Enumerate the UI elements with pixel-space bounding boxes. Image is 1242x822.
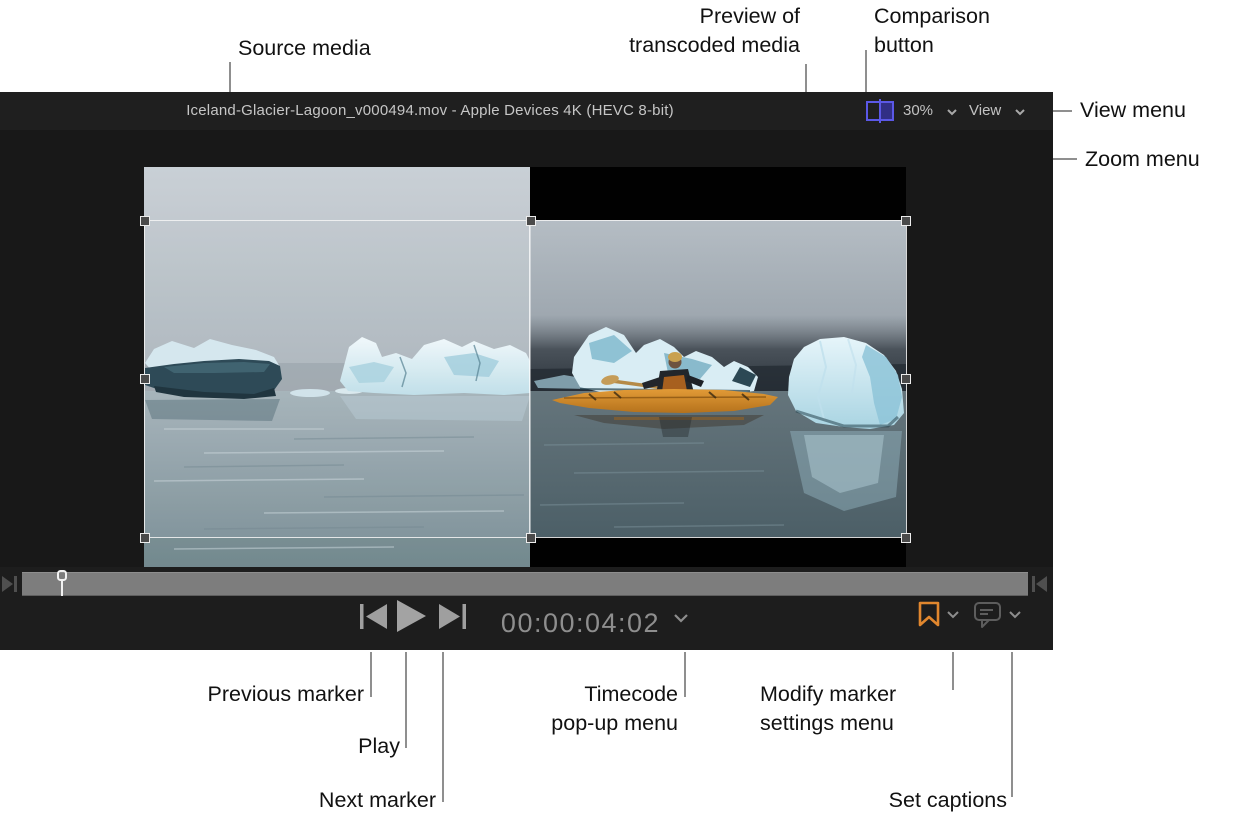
timecode-popup-menu[interactable]: 00:00:04:02 xyxy=(498,608,663,639)
callout-line-play xyxy=(405,652,407,748)
crop-handle-middle-left[interactable] xyxy=(140,374,150,384)
comparison-button[interactable] xyxy=(865,98,895,129)
callout-modify-marker: Modify marker settings menu xyxy=(760,680,896,738)
chevron-down-icon[interactable] xyxy=(1008,610,1022,620)
transport-bar: 00:00:04:02 xyxy=(0,600,1053,650)
marker-bookmark-icon[interactable] xyxy=(917,601,942,628)
view-label: View xyxy=(969,102,1001,119)
callout-view-menu: View menu xyxy=(1080,96,1186,125)
media-title: Iceland-Glacier-Lagoon_v000494.mov - App… xyxy=(0,92,860,130)
compressor-preview-window: Iceland-Glacier-Lagoon_v000494.mov - App… xyxy=(0,92,1053,650)
next-marker-button[interactable] xyxy=(437,604,468,629)
zoom-menu-control[interactable]: 30% xyxy=(903,92,933,130)
callout-timecode-popup: Timecode pop-up menu xyxy=(551,680,678,738)
view-menu-control[interactable]: View xyxy=(969,92,1001,130)
callout-line-next-marker xyxy=(442,652,444,802)
captions-bubble-icon[interactable] xyxy=(973,601,1003,629)
crop-handle-top-middle[interactable] xyxy=(526,216,536,226)
play-button[interactable] xyxy=(394,600,429,632)
chevron-down-icon[interactable] xyxy=(673,613,689,624)
documentation-figure: Source media Preview of transcoded media… xyxy=(0,0,1242,822)
chevron-down-icon xyxy=(1014,108,1026,116)
scrubber-track[interactable] xyxy=(22,572,1028,596)
timecode-value: 00:00:04:02 xyxy=(501,608,660,638)
preview-title-bar: Iceland-Glacier-Lagoon_v000494.mov - App… xyxy=(0,92,1053,130)
zoom-value: 30% xyxy=(903,102,933,119)
jump-end-icon[interactable] xyxy=(1030,574,1047,594)
callout-comparison-button: Comparison button xyxy=(874,2,990,60)
callout-play: Play xyxy=(358,732,400,761)
chevron-down-icon xyxy=(946,108,958,116)
chevron-down-icon[interactable] xyxy=(946,610,960,620)
callout-line-previous-marker xyxy=(370,652,372,697)
previous-marker-button[interactable] xyxy=(358,604,389,629)
crop-handle-middle-right[interactable] xyxy=(901,374,911,384)
callout-line-timecode xyxy=(684,652,686,697)
crop-selection[interactable] xyxy=(144,220,907,538)
crop-handle-top-right[interactable] xyxy=(901,216,911,226)
crop-handle-bottom-right[interactable] xyxy=(901,533,911,543)
callout-line-comparison xyxy=(865,50,867,96)
letterbox-bottom xyxy=(530,537,906,567)
callout-preview-transcoded: Preview of transcoded media xyxy=(629,2,800,60)
callout-set-captions: Set captions xyxy=(889,786,1007,815)
callout-line-modify-marker xyxy=(952,652,954,690)
preview-viewer xyxy=(0,130,1053,567)
callout-zoom-menu: Zoom menu xyxy=(1085,145,1200,174)
jump-start-icon[interactable] xyxy=(2,574,19,594)
crop-handle-bottom-middle[interactable] xyxy=(526,533,536,543)
scrubber-row xyxy=(0,567,1053,600)
playhead-pin-icon[interactable] xyxy=(55,570,69,598)
callout-line-set-captions xyxy=(1011,652,1013,797)
callout-source-media: Source media xyxy=(238,34,371,63)
crop-handle-top-left[interactable] xyxy=(140,216,150,226)
letterbox-top xyxy=(530,167,906,220)
comparison-split-rectangle-icon xyxy=(865,98,895,124)
callout-previous-marker: Previous marker xyxy=(207,680,364,709)
callout-next-marker: Next marker xyxy=(319,786,436,815)
crop-handle-bottom-left[interactable] xyxy=(140,533,150,543)
